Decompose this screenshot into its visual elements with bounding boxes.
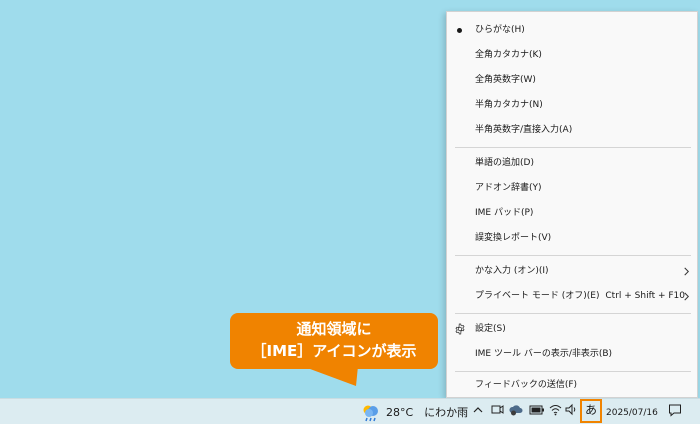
annotation-callout: 通知領域に ［IME］アイコンが表示 — [230, 313, 438, 369]
battery-icon[interactable] — [529, 404, 545, 416]
notification-icon[interactable] — [668, 403, 682, 417]
menu-item-add-word[interactable]: 単語の追加(D) — [447, 151, 697, 176]
menu-separator — [455, 371, 691, 372]
selected-bullet-icon — [457, 28, 462, 33]
ime-mode-indicator[interactable]: あ — [580, 399, 602, 423]
menu-separator — [455, 147, 691, 148]
menu-item-zenkaku-katakana[interactable]: 全角カタカナ(K) — [447, 43, 697, 68]
weather-rain-icon[interactable] — [360, 401, 382, 423]
taskbar: 28°C にわか雨 あ 2025/07/16 — [0, 398, 700, 424]
weather-text[interactable]: 28°C にわか雨 — [386, 404, 468, 420]
gear-icon — [455, 323, 465, 335]
menu-item-hankaku-katakana[interactable]: 半角カタカナ(N) — [447, 93, 697, 118]
menu-item-zenkaku-eisu[interactable]: 全角英数字(W) — [447, 68, 697, 93]
callout-line-1: 通知領域に — [296, 320, 372, 338]
menu-item-private-mode[interactable]: プライベート モード (オフ)(E) Ctrl + Shift + F10 — [447, 284, 697, 309]
ime-context-menu: ひらがな(H) 全角カタカナ(K) 全角英数字(W) 半角カタカナ(N) 半角英… — [446, 11, 698, 398]
chevron-up-icon[interactable] — [472, 404, 484, 416]
menu-item-settings[interactable]: 設定(S) — [447, 317, 697, 342]
shortcut-text: Ctrl + Shift + F10 — [605, 291, 685, 301]
menu-item-toggle-toolbar[interactable]: IME ツール バーの表示/非表示(B) — [447, 342, 697, 367]
menu-separator — [455, 313, 691, 314]
taskbar-date[interactable]: 2025/07/16 — [606, 408, 658, 418]
cloud-sync-icon[interactable] — [509, 403, 523, 417]
chevron-right-icon — [684, 292, 690, 301]
menu-item-kana-input[interactable]: かな入力 (オン)(I) — [447, 259, 697, 284]
callout-pointer — [302, 366, 358, 386]
meet-now-icon[interactable] — [491, 403, 504, 416]
menu-separator — [455, 255, 691, 256]
menu-item-hankaku-eisu-direct[interactable]: 半角英数字/直接入力(A) — [447, 118, 697, 143]
chevron-right-icon — [684, 267, 690, 276]
wifi-icon[interactable] — [549, 403, 562, 416]
menu-item-addon-dictionary[interactable]: アドオン辞書(Y) — [447, 176, 697, 201]
speaker-icon[interactable] — [565, 403, 578, 416]
menu-item-conversion-report[interactable]: 誤変換レポート(V) — [447, 226, 697, 251]
menu-item-hiragana[interactable]: ひらがな(H) — [447, 18, 697, 43]
menu-item-ime-pad[interactable]: IME パッド(P) — [447, 201, 697, 226]
menu-item-send-feedback[interactable]: フィードバックの送信(F) — [447, 373, 697, 398]
callout-line-2: ［IME］アイコンが表示 — [251, 342, 417, 360]
